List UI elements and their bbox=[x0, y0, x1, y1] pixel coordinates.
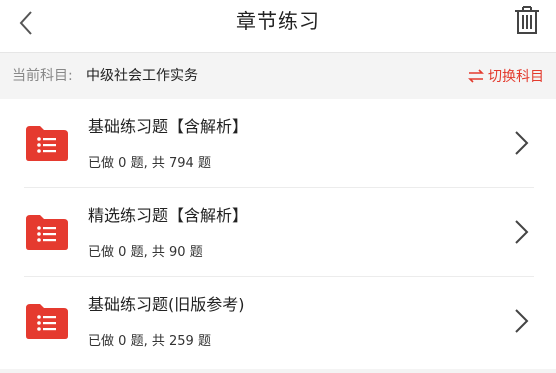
swap-arrows-icon bbox=[468, 69, 484, 83]
done-count: 0 bbox=[118, 245, 127, 260]
total-unit: 题 bbox=[189, 245, 203, 260]
folder-list-icon bbox=[26, 304, 68, 339]
switch-subject-label: 切换科目 bbox=[488, 69, 544, 85]
done-unit: 题, bbox=[130, 334, 148, 349]
subject-value: 中级社会工作实务 bbox=[86, 68, 198, 84]
exercise-list: 基础练习题【含解析】 已做 0 题, 共 794 题 精选练习题【含解析】 已做… bbox=[0, 99, 556, 369]
done-prefix: 已做 bbox=[88, 156, 115, 171]
done-unit: 题, bbox=[130, 245, 148, 260]
trash-icon bbox=[515, 6, 539, 34]
app-screen: 章节练习 当前科目: 中级社会工作实务 切换科目 基础练习题【含解析】 已做 0… bbox=[0, 0, 556, 373]
delete-button[interactable] bbox=[512, 5, 542, 35]
total-unit: 题 bbox=[197, 334, 211, 349]
total-count: 90 bbox=[169, 245, 186, 260]
done-prefix: 已做 bbox=[88, 334, 115, 349]
subject-label: 当前科目: bbox=[12, 68, 73, 84]
total-unit: 题 bbox=[197, 156, 211, 171]
done-count: 0 bbox=[118, 156, 127, 171]
header-bar: 章节练习 bbox=[0, 0, 556, 53]
page-title: 章节练习 bbox=[236, 9, 320, 33]
total-count: 794 bbox=[169, 156, 194, 171]
chevron-right-icon bbox=[515, 131, 529, 155]
total-prefix: 共 bbox=[151, 245, 165, 260]
switch-subject-button[interactable]: 切换科目 bbox=[468, 53, 544, 99]
exercise-title: 精选练习题【含解析】 bbox=[88, 206, 249, 225]
chevron-right-icon bbox=[515, 220, 529, 244]
exercise-item[interactable]: 精选练习题【含解析】 已做 0 题, 共 90 题 bbox=[0, 188, 556, 277]
total-prefix: 共 bbox=[151, 156, 165, 171]
folder-list-icon bbox=[26, 215, 68, 250]
subject-bar: 当前科目: 中级社会工作实务 切换科目 bbox=[0, 53, 556, 99]
done-prefix: 已做 bbox=[88, 245, 115, 260]
exercise-title: 基础练习题【含解析】 bbox=[88, 117, 249, 136]
chevron-right-icon bbox=[515, 309, 529, 333]
exercise-item[interactable]: 基础练习题【含解析】 已做 0 题, 共 794 题 bbox=[0, 99, 556, 188]
exercise-item[interactable]: 基础练习题(旧版参考) 已做 0 题, 共 259 题 bbox=[0, 277, 556, 366]
total-count: 259 bbox=[169, 334, 194, 349]
exercise-title: 基础练习题(旧版参考) bbox=[88, 295, 245, 314]
exercise-progress: 已做 0 题, 共 90 题 bbox=[88, 241, 203, 260]
exercise-progress: 已做 0 题, 共 794 题 bbox=[88, 152, 211, 171]
done-unit: 题, bbox=[130, 156, 148, 171]
done-count: 0 bbox=[118, 334, 127, 349]
folder-list-icon bbox=[26, 126, 68, 161]
exercise-progress: 已做 0 题, 共 259 题 bbox=[88, 330, 211, 349]
total-prefix: 共 bbox=[151, 334, 165, 349]
